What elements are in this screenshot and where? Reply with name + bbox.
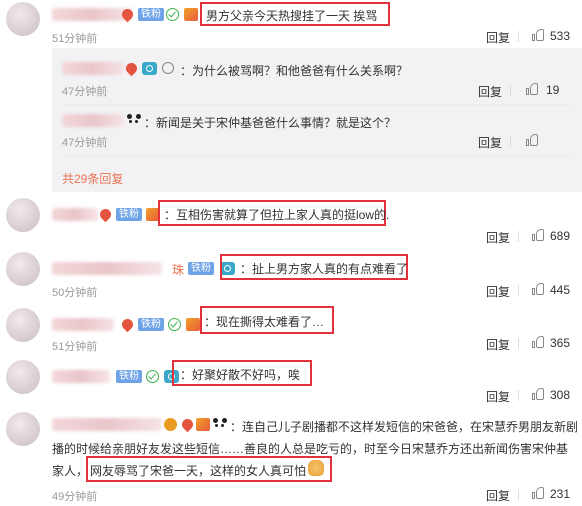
avatar[interactable] — [6, 198, 40, 232]
like-count[interactable]: 308 — [550, 388, 570, 402]
comment-text: ：好聚好散不好吗，唉 — [180, 368, 301, 382]
username[interactable] — [52, 208, 98, 221]
divider — [518, 489, 519, 500]
like-icon[interactable] — [532, 336, 544, 348]
location-icon — [119, 316, 136, 333]
clap-emoji-icon — [308, 460, 324, 476]
divider — [62, 156, 572, 157]
comment-text: ：扯上男方家人真的有点难看了 — [240, 262, 409, 276]
reply-button[interactable]: 回复 — [486, 336, 510, 353]
like-icon[interactable] — [532, 388, 544, 400]
verified-icon — [146, 370, 159, 383]
username[interactable] — [62, 62, 124, 75]
reply-text: ：为什么被骂啊？和他爸爸有什么关系啊？ — [180, 64, 409, 78]
reply-text: ：新闻是关于宋仲基爸爸什么事情？就是这个？ — [144, 116, 397, 130]
username[interactable] — [62, 114, 124, 127]
divider — [518, 285, 519, 296]
avatar[interactable] — [6, 2, 40, 36]
vip-icon — [164, 418, 177, 431]
fan-badge: 铁粉 — [116, 208, 142, 221]
divider — [518, 390, 519, 401]
medal-icon — [196, 418, 210, 431]
comment-text: ：互相伤害就算了但拉上家人真的挺low的. — [164, 208, 390, 222]
like-icon[interactable] — [532, 29, 544, 41]
comment-text-highlight: 网友辱骂了宋爸一天，这样的女人真可怕 — [90, 464, 307, 478]
avatar[interactable] — [6, 252, 40, 286]
camera-icon — [142, 62, 157, 75]
medal-icon — [186, 318, 200, 331]
like-icon[interactable] — [532, 283, 544, 295]
fan-badge: 铁粉 — [138, 318, 164, 331]
reply-button[interactable]: 回复 — [486, 29, 510, 46]
like-icon[interactable] — [532, 487, 544, 499]
reply-time: 47分钟前 — [62, 86, 108, 98]
fan-badge: 铁粉 — [138, 8, 164, 21]
comment-time: 50分钟前 — [52, 287, 98, 299]
comment-time: 49分钟前 — [52, 491, 98, 503]
reply-time: 47分钟前 — [62, 137, 108, 149]
reply-button[interactable]: 回复 — [486, 229, 510, 246]
divider — [510, 85, 511, 96]
like-count[interactable]: 19 — [546, 83, 559, 97]
verified-icon — [168, 318, 181, 331]
like-count[interactable]: 689 — [550, 229, 570, 243]
location-icon — [97, 206, 114, 223]
reply-button[interactable]: 回复 — [478, 83, 502, 100]
medal-icon — [184, 8, 198, 21]
avatar[interactable] — [6, 360, 40, 394]
divider — [510, 136, 511, 147]
username[interactable] — [52, 418, 162, 431]
like-icon[interactable] — [526, 83, 538, 95]
like-count[interactable]: 231 — [550, 487, 570, 501]
reply-button[interactable]: 回复 — [486, 487, 510, 504]
more-replies-link[interactable]: 共29条回复 — [62, 170, 123, 187]
username[interactable] — [52, 8, 132, 21]
divider — [518, 338, 519, 349]
avatar[interactable] — [6, 308, 40, 342]
divider — [518, 231, 519, 242]
ring-icon — [162, 62, 174, 74]
like-icon[interactable] — [526, 134, 538, 146]
fan-badge: 铁粉 — [188, 262, 214, 275]
reply-button[interactable]: 回复 — [486, 283, 510, 300]
username[interactable] — [52, 370, 110, 383]
username[interactable] — [52, 318, 114, 331]
verified-icon — [166, 8, 179, 21]
comment-text-line2: 播的时候给亲朋好友发这些短信……善良的人总是吃亏的，时至今日宋慧乔方还出新闻伤害… — [52, 442, 569, 456]
comment-text: 男方父亲今天热搜挂了一天 挨骂 — [206, 9, 378, 23]
panda-emoji-icon — [126, 114, 142, 127]
comment-time: 51分钟前 — [52, 33, 98, 45]
reply-button[interactable]: 回复 — [478, 134, 502, 151]
comment-text-line3: 家人， — [52, 464, 89, 478]
like-count[interactable]: 445 — [550, 283, 570, 297]
location-icon — [179, 416, 196, 433]
divider — [518, 31, 519, 42]
comment-time: 51分钟前 — [52, 341, 98, 353]
comment-text: ：现在撕得太难看了… — [204, 315, 325, 329]
like-icon[interactable] — [532, 229, 544, 241]
divider — [62, 104, 572, 105]
reply-button[interactable]: 回复 — [486, 388, 510, 405]
avatar[interactable] — [6, 412, 40, 446]
like-count[interactable]: 533 — [550, 29, 570, 43]
username[interactable] — [52, 262, 162, 275]
panda-emoji-icon — [212, 418, 228, 431]
fan-badge: 铁粉 — [116, 370, 142, 383]
comment-text-line1: ：连自己儿子剧播都不这样发短信的宋爸爸，在宋慧乔男朋友新剧 — [230, 420, 579, 434]
like-count[interactable]: 365 — [550, 336, 570, 350]
username-fragment[interactable]: 珠 — [172, 261, 184, 278]
